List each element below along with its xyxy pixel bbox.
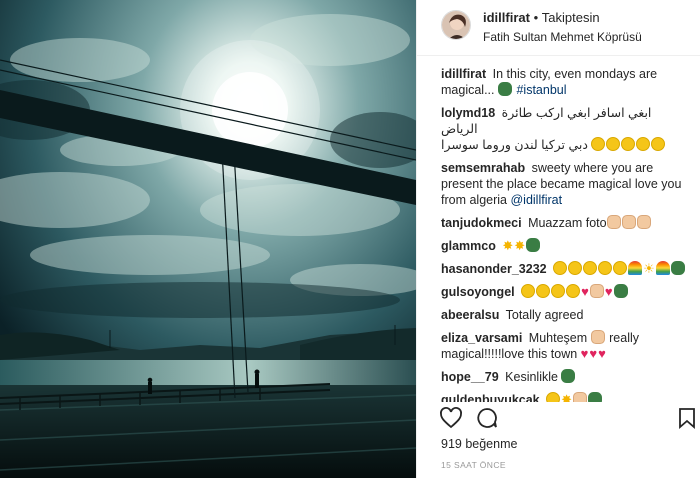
comment-item: gulsoyongel ♥ ♥ <box>441 284 689 300</box>
post-author-line: idillfirat • Takiptesin <box>483 10 600 25</box>
comment-item: hasanonder_3232 ☀ <box>441 261 689 277</box>
bookmark-icon[interactable] <box>675 406 699 430</box>
comment-text: Kesinlikle <box>505 370 558 384</box>
smile-emoji-icon <box>568 261 583 275</box>
crying-face-emoji-icon <box>591 137 606 151</box>
bridge-sunset-photo <box>0 0 416 478</box>
comment-item: semsemrahab sweety where you are present… <box>441 160 689 208</box>
crying-face-emoji-icon <box>621 137 636 151</box>
rainbow-emoji-icon <box>655 261 670 275</box>
smile-emoji-icon <box>598 261 613 275</box>
smile-emoji-icon <box>613 261 628 275</box>
mention-link[interactable]: @idillfirat <box>510 193 562 207</box>
author-username[interactable]: idillfirat <box>483 10 530 25</box>
post-actions-bar <box>417 404 700 434</box>
comment-item: guldenbuyukcak ✸ <box>441 392 689 402</box>
heart-emoji-icon: ♥ <box>598 346 606 361</box>
comment-text: Totally agreed <box>505 308 584 322</box>
rainbow-emoji-icon <box>628 261 643 275</box>
comment-username[interactable]: guldenbuyukcak <box>441 393 540 402</box>
sun-emoji-icon: ☀ <box>643 261 655 276</box>
comment-item: lolymd18 ابغي اسافر ابغي اركب طائرة الري… <box>441 105 689 153</box>
heart-emoji-icon: ♥ <box>581 284 589 299</box>
comment-item: idillfirat In this city, even mondays ar… <box>441 66 689 98</box>
comment-item: glammco ✸✸ <box>441 238 689 254</box>
green-eye-emoji-icon <box>561 369 576 383</box>
heart-eyes-emoji-icon <box>546 392 561 402</box>
comment-username[interactable]: gulsoyongel <box>441 285 515 299</box>
comment-username[interactable]: glammco <box>441 239 496 253</box>
clap-emoji-icon <box>551 284 566 298</box>
green-eye-emoji-icon <box>588 392 603 402</box>
sparkles-emoji-icon: ✸ <box>561 392 573 402</box>
comment-item: tanjudokmeci Muazzam foto <box>441 215 689 231</box>
heart-emoji-icon: ♥ <box>580 346 589 361</box>
green-eye-emoji-icon <box>497 82 512 96</box>
comment-item: eliza_varsami Muhteşem really magical!!!… <box>441 330 689 362</box>
comment-text: Muazzam foto <box>528 216 607 230</box>
separator-dot: • <box>533 10 539 25</box>
heart-icon[interactable] <box>439 406 463 430</box>
comment-username[interactable]: semsemrahab <box>441 161 525 175</box>
heart-emoji-icon: ♥ <box>604 284 613 299</box>
clap-emoji-icon <box>536 284 551 298</box>
post-side-panel: idillfirat • Takiptesin Fatih Sultan Meh… <box>416 0 700 478</box>
comment-item: hope__79 Kesinlikle <box>441 369 689 385</box>
comment-username[interactable]: hasanonder_3232 <box>441 262 547 276</box>
couple-emoji-icon <box>589 284 604 298</box>
ok-hand-emoji-icon <box>573 392 588 402</box>
heart-emoji-icon: ♥ <box>589 346 598 361</box>
crying-face-emoji-icon <box>651 137 666 151</box>
thumbs-up-emoji-icon <box>621 215 636 229</box>
following-status[interactable]: Takiptesin <box>542 10 600 25</box>
comment-username[interactable]: idillfirat <box>441 67 486 81</box>
comment-username[interactable]: tanjudokmeci <box>441 216 522 230</box>
clap-emoji-icon <box>636 215 651 229</box>
smile-emoji-icon <box>583 261 598 275</box>
comment-icon[interactable] <box>475 406 499 430</box>
clap-emoji-icon <box>521 284 536 298</box>
crying-face-emoji-icon <box>606 137 621 151</box>
crying-face-emoji-icon <box>636 137 651 151</box>
post-header: idillfirat • Takiptesin Fatih Sultan Meh… <box>417 0 700 56</box>
profile-avatar[interactable] <box>441 10 471 40</box>
hashtag-link[interactable]: #istanbul <box>516 83 566 97</box>
green-eye-emoji-icon <box>526 238 541 252</box>
tree-emoji-icon <box>613 284 628 298</box>
post-photo[interactable] <box>0 0 416 478</box>
bridge-emoji-icon <box>590 330 605 344</box>
comment-username[interactable]: eliza_varsami <box>441 331 522 345</box>
comment-item: abeeralsu Totally agreed <box>441 307 689 323</box>
ok-hand-emoji-icon <box>606 215 621 229</box>
tree-emoji-icon <box>670 261 685 275</box>
post-timestamp: 15 SAAT ÖNCE <box>441 460 506 470</box>
comment-username[interactable]: abeeralsu <box>441 308 499 322</box>
comment-text: Muhteşem <box>528 331 588 345</box>
sparkles-emoji-icon: ✸ <box>514 238 526 253</box>
avatar-image-icon <box>442 11 470 39</box>
comment-username[interactable]: hope__79 <box>441 370 499 384</box>
comment-text-line2: دبي تركيا لندن وروما سوسرا <box>441 138 588 152</box>
comments-list[interactable]: idillfirat In this city, even mondays ar… <box>417 66 700 402</box>
location-link[interactable]: Fatih Sultan Mehmet Köprüsü <box>483 30 642 44</box>
comment-username[interactable]: lolymd18 <box>441 106 495 120</box>
likes-count[interactable]: 919 beğenme <box>441 437 517 451</box>
clap-emoji-icon <box>566 284 581 298</box>
sparkles-emoji-icon: ✸ <box>502 238 514 253</box>
smile-emoji-icon <box>553 261 568 275</box>
